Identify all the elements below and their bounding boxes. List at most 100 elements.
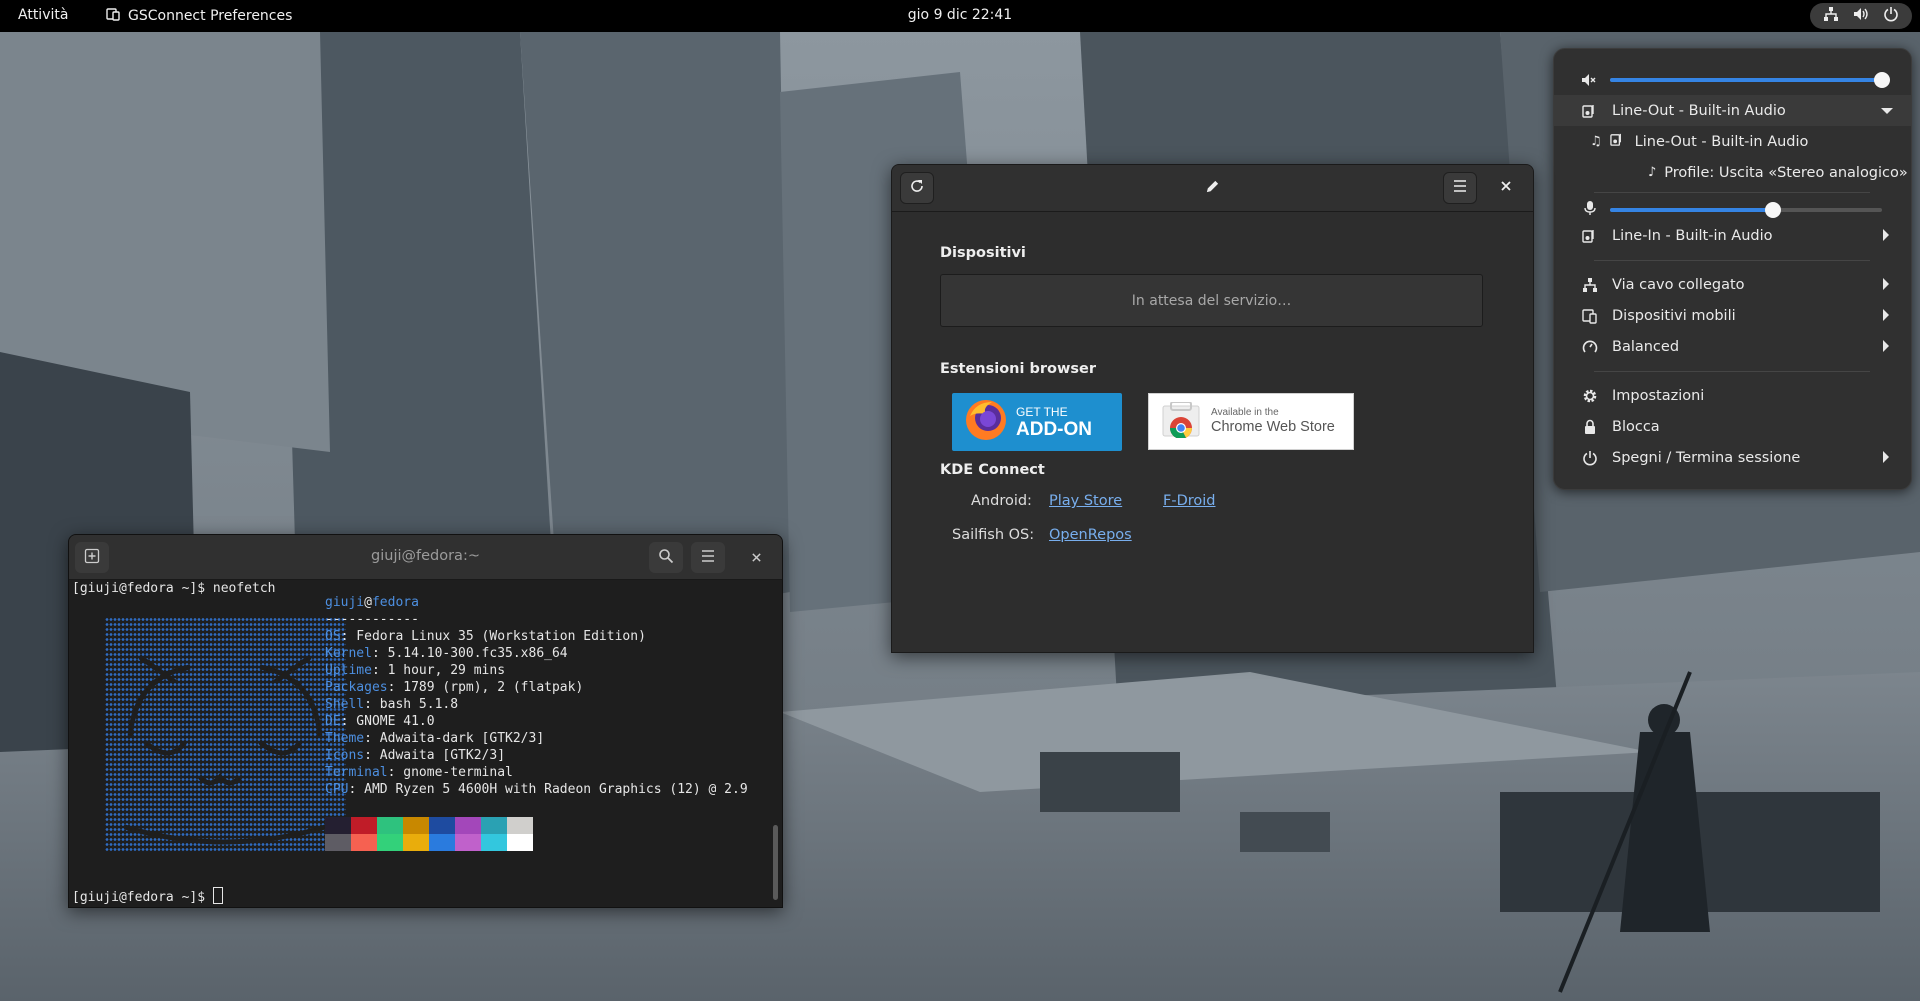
fedora-ascii-logo — [105, 617, 346, 852]
neofetch-info-line: DE: GNOME 41.0 — [325, 714, 435, 729]
power-off-item[interactable]: Spegni / Termina sessione — [1554, 442, 1911, 473]
palette-swatch — [377, 817, 403, 834]
hamburger-icon — [700, 548, 716, 567]
power-icon — [1581, 449, 1599, 467]
lock-item[interactable]: Blocca — [1554, 411, 1911, 442]
gear-icon — [1581, 387, 1599, 405]
devices-list: In attesa del servizio… — [940, 274, 1483, 327]
chevron-right-icon — [1883, 278, 1889, 290]
network-wired-icon — [1823, 6, 1839, 26]
close-icon — [751, 548, 762, 567]
prompt-line[interactable]: [giuji@fedora ~]$ — [72, 887, 223, 905]
palette-swatch — [429, 834, 455, 851]
kde-connect-heading: KDE Connect — [940, 462, 1045, 478]
chrome-badge-text: Available in the Chrome Web Store — [1211, 407, 1335, 435]
fdroid-link[interactable]: F-Droid — [1163, 493, 1216, 509]
header-bar — [892, 165, 1533, 212]
edit-button[interactable] — [1195, 172, 1229, 204]
firefox-badge-text: GET THE ADD-ON — [1016, 406, 1092, 439]
refresh-button[interactable] — [900, 172, 934, 204]
neofetch-info-key: Uptime — [325, 663, 372, 678]
neofetch-info-key: OS — [325, 629, 341, 644]
search-icon — [658, 548, 674, 568]
output-device-selector[interactable]: Line-Out - Built-in Audio — [1554, 95, 1911, 126]
hamburger-icon — [1452, 179, 1468, 197]
neofetch-info-value: : 1789 (rpm), 2 (flatpak) — [387, 680, 584, 695]
terminal-header-bar: giuji@fedora:~ — [69, 535, 782, 580]
neofetch-info-line: Theme: Adwaita-dark [GTK2/3] — [325, 731, 544, 746]
input-volume-slider[interactable] — [1610, 202, 1882, 218]
output-volume-knob[interactable] — [1874, 72, 1890, 88]
output-volume-row — [1554, 67, 1911, 95]
sailfish-label: Sailfish OS: — [952, 527, 1035, 543]
neofetch-info-line: Kernel: 5.14.10-300.fc35.x86_64 — [325, 646, 568, 661]
chrome-badge-line1: Available in the — [1211, 407, 1279, 419]
chevron-right-icon — [1883, 451, 1889, 463]
volume-icon — [1853, 6, 1869, 26]
mobile-devices-item[interactable]: Dispositivi mobili — [1554, 300, 1911, 331]
prompt-text: [giuji@fedora ~]$ — [72, 890, 213, 905]
palette-swatch — [351, 817, 377, 834]
input-volume-knob[interactable] — [1765, 202, 1781, 218]
neofetch-info-value: : 1 hour, 29 mins — [371, 663, 506, 678]
palette-swatch — [429, 817, 455, 834]
input-device-selector[interactable]: Line-In - Built-in Audio — [1554, 220, 1911, 251]
firefox-addon-badge[interactable]: GET THE ADD-ON — [952, 393, 1122, 451]
output-sub-device[interactable]: ♫ Line-Out - Built-in Audio — [1554, 126, 1911, 157]
terminal-menu-button[interactable] — [691, 542, 725, 573]
separator — [1594, 192, 1870, 193]
network-wired-icon — [1581, 276, 1599, 294]
output-volume-slider[interactable] — [1610, 72, 1890, 88]
neofetch-info-value: : Fedora Linux 35 (Workstation Edition) — [340, 629, 646, 644]
neofetch-info-key: DE — [325, 714, 341, 729]
neofetch-info-key: Shell — [325, 697, 365, 712]
neofetch-info-value: : gnome-terminal — [387, 765, 513, 780]
wired-network-item[interactable]: Via cavo collegato — [1554, 269, 1911, 300]
neofetch-info-key: Packages — [325, 680, 388, 695]
browser-extensions-heading: Estensioni browser — [940, 361, 1097, 377]
settings-item[interactable]: Impostazioni — [1554, 380, 1911, 411]
neofetch-info-value: : Adwaita [GTK2/3] — [364, 748, 506, 763]
neofetch-info-value: : AMD Ryzen 5 4600H with Radeon Graphics… — [348, 782, 748, 797]
neofetch-info-line: OS: Fedora Linux 35 (Workstation Edition… — [325, 629, 646, 644]
close-button[interactable] — [1489, 172, 1523, 204]
devices-heading: Dispositivi — [940, 245, 1026, 261]
neofetch-info-line: Icons: Adwaita [GTK2/3] — [325, 748, 505, 763]
terminal-window: giuji@fedora:~ [giuji@fedora ~]$ neofetc… — [68, 534, 783, 908]
system-tray[interactable] — [1810, 3, 1912, 29]
terminal-scrollbar[interactable] — [773, 825, 778, 900]
firefox-logo-icon — [964, 398, 1008, 446]
music-note-icon: ♪ — [1648, 165, 1657, 180]
output-profile-label: Profile: Uscita «Stereo analogico» — [1664, 164, 1908, 181]
gsconnect-preferences-window: Dispositivi In attesa del servizio… Este… — [891, 164, 1534, 653]
power-profile-item[interactable]: Balanced — [1554, 331, 1911, 362]
input-device-label: Line-In - Built-in Audio — [1612, 227, 1773, 244]
neofetch-info-key: Terminal — [325, 765, 388, 780]
neofetch-info-line: CPU: AMD Ryzen 5 4600H with Radeon Graph… — [325, 782, 748, 797]
openrepos-link[interactable]: OpenRepos — [1049, 527, 1132, 543]
chrome-badge-line2: Chrome Web Store — [1211, 418, 1335, 435]
play-store-link[interactable]: Play Store — [1049, 493, 1122, 509]
system-menu: Line-Out - Built-in Audio ♫ Line-Out - B… — [1553, 48, 1912, 490]
audio-card-icon — [1581, 227, 1599, 245]
neofetch-info-line: Terminal: gnome-terminal — [325, 765, 513, 780]
palette-swatch — [403, 817, 429, 834]
chevron-down-icon — [1881, 108, 1893, 114]
neofetch-info-line: Shell: bash 5.1.8 — [325, 697, 458, 712]
pencil-icon — [1205, 179, 1220, 198]
output-profile[interactable]: ♪ Profile: Uscita «Stereo analogico» — [1554, 157, 1911, 188]
input-volume-fill — [1610, 208, 1773, 212]
clock[interactable]: gio 9 dic 22:41 — [0, 7, 1920, 23]
neofetch-user: giuji — [325, 595, 365, 610]
chevron-right-icon — [1883, 229, 1889, 241]
palette-swatch — [481, 817, 507, 834]
search-button[interactable] — [649, 542, 683, 573]
mobile-devices-icon — [1581, 307, 1599, 325]
neofetch-user-host: giuji@fedora — [325, 595, 419, 610]
output-volume-fill — [1610, 78, 1882, 82]
palette-swatch — [377, 834, 403, 851]
terminal-close-button[interactable] — [739, 542, 773, 573]
palette-swatch — [455, 834, 481, 851]
chrome-webstore-badge[interactable]: Available in the Chrome Web Store — [1148, 393, 1354, 450]
menu-button[interactable] — [1443, 172, 1477, 204]
